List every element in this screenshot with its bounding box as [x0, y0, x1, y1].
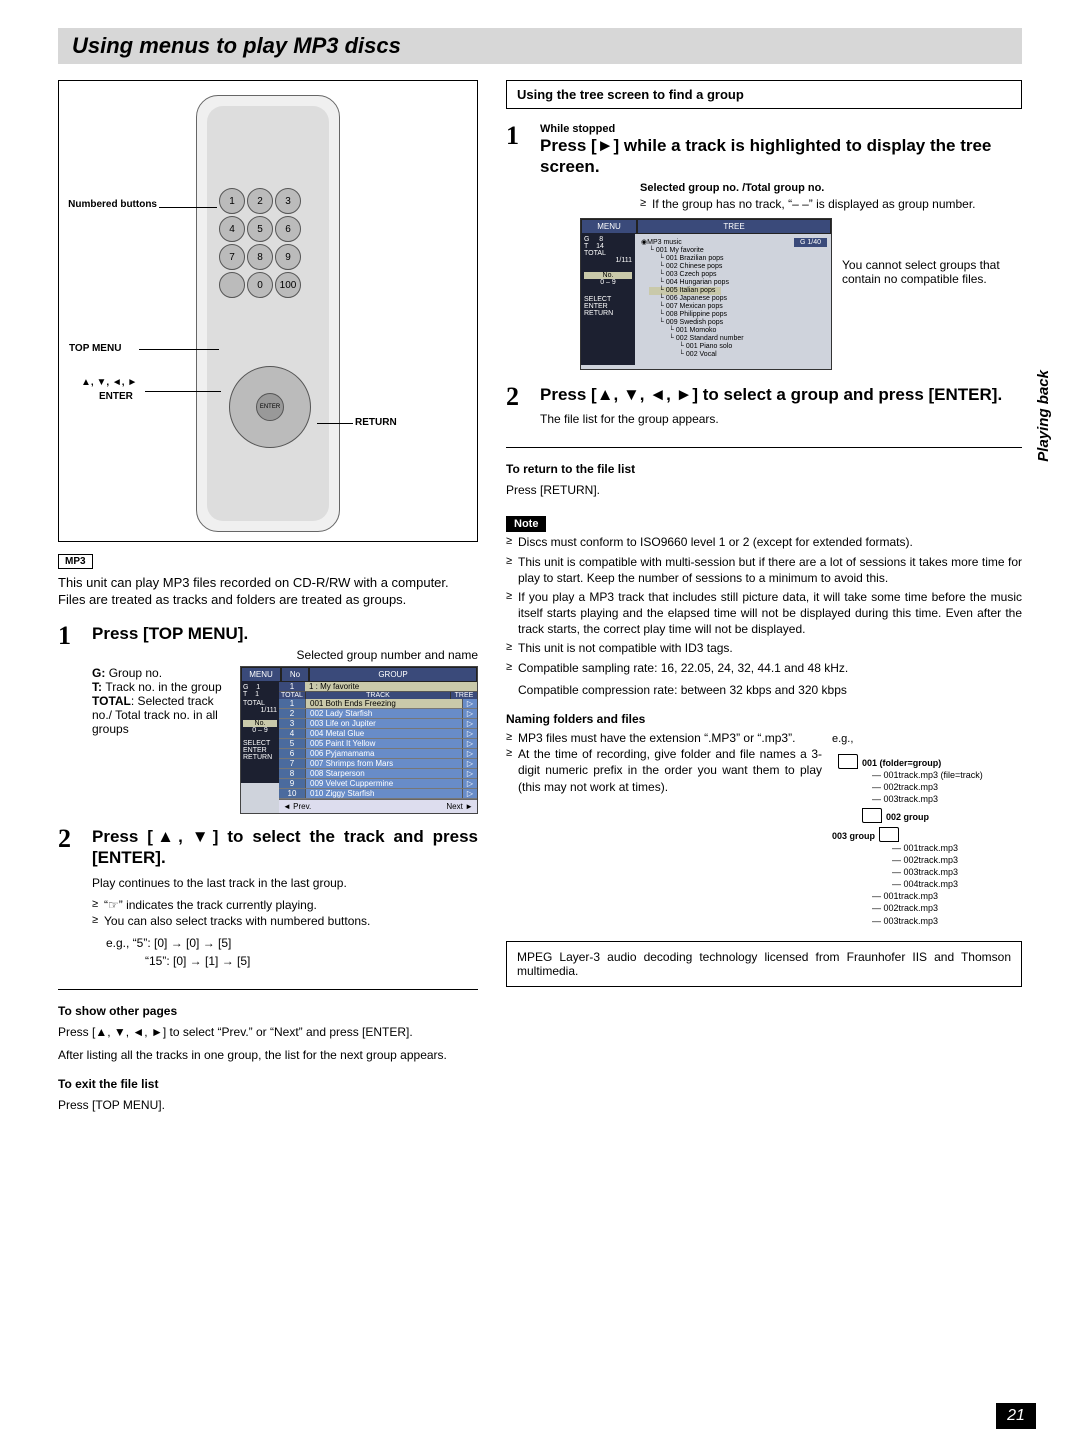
tree-section-heading: Using the tree screen to find a group — [506, 80, 1022, 109]
step2-title: Press [▲, ▼] to select the track and pre… — [92, 826, 478, 869]
step1-title: Press [TOP MENU]. — [92, 623, 478, 644]
label-return: RETURN — [355, 417, 397, 428]
note-badge: Note — [506, 516, 546, 532]
right-step1-title: Press [►] while a track is highlighted t… — [540, 135, 1022, 178]
right-step2-title: Press [▲, ▼, ◄, ►] to select a group and… — [540, 384, 1022, 405]
enter-button-remote: ENTER — [256, 393, 284, 421]
step-number-2: 2 — [58, 826, 92, 852]
section-tab: Playing back — [1035, 370, 1052, 462]
page-number: 21 — [996, 1403, 1036, 1429]
right-step2-num: 2 — [506, 384, 540, 410]
other-pages-l2: After listing all the tracks in one grou… — [58, 1047, 478, 1063]
right-step2-line: The file list for the group appears. — [540, 411, 1022, 427]
tree-sidenote: You cannot select groups that contain no… — [842, 218, 1022, 370]
next-page: Next ► — [446, 802, 473, 811]
page-title-bar: Using menus to play MP3 discs — [58, 28, 1022, 64]
track-list-screen: MENUNoGROUP G 1 T 1 TOTAL 1/111 No. 0 – … — [240, 666, 478, 814]
naming-heading: Naming folders and files — [506, 712, 1022, 726]
tree-caption: Selected group no. /Total group no. — [640, 182, 1022, 194]
page-title: Using menus to play MP3 discs — [72, 33, 401, 59]
label-topmenu: TOP MENU — [69, 343, 121, 354]
other-pages-l1: Press [▲, ▼, ◄, ►] to select “Prev.” or … — [58, 1024, 478, 1040]
mp3-badge: MP3 — [58, 554, 93, 569]
label-enter: ENTER — [99, 391, 133, 402]
step-number-1: 1 — [58, 623, 92, 649]
return-file-heading: To return to the file list — [506, 462, 1022, 476]
label-arrows: ▲, ▼, ◄, ► — [81, 377, 137, 388]
step2-bullets: “☞” indicates the track currently playin… — [92, 897, 478, 929]
naming-b1: MP3 files must have the extension “.MP3”… — [506, 730, 822, 746]
folder-tree-figure: e.g., 001 (folder=group) — 001track.mp3 … — [832, 732, 1022, 927]
while-stopped-hint: While stopped — [540, 123, 1022, 135]
intro-paragraph: This unit can play MP3 files recorded on… — [58, 575, 478, 609]
compat-compression: Compatible compression rate: between 32 … — [506, 682, 1022, 698]
return-file-line: Press [RETURN]. — [506, 482, 1022, 498]
step1-caption: Selected group number and name — [92, 648, 478, 662]
label-numbered: Numbered buttons — [67, 199, 157, 210]
group-counter-badge: G 1/40 — [794, 238, 827, 247]
prev-page: ◄ Prev. — [283, 802, 311, 811]
other-pages-heading: To show other pages — [58, 1004, 478, 1018]
remote-figure: 123 456 789 0100 ENTER Numbered buttons … — [58, 80, 478, 542]
screen-legend: G: Group no. T: Track no. in the group T… — [92, 666, 232, 814]
exit-list-l: Press [TOP MENU]. — [58, 1097, 478, 1113]
notes-list: Discs must conform to ISO9660 level 1 or… — [506, 534, 1022, 656]
right-step1-num: 1 — [506, 123, 540, 149]
step2-line1: Play continues to the last track in the … — [92, 875, 478, 891]
exit-list-heading: To exit the file list — [58, 1077, 478, 1091]
dpad: ENTER — [229, 366, 311, 448]
step2-example2: “15”: [0] → [1] → [5] — [92, 953, 478, 969]
license-box: MPEG Layer-3 audio decoding technology l… — [506, 941, 1022, 987]
tree-screen: MENUTREE G 8 T 14 TOTAL 1/111 No. 0 – 9 … — [580, 218, 832, 370]
step2-example1: e.g., “5”: [0] → [0] → [5] — [92, 935, 478, 951]
compat-sampling: Compatible sampling rate: 16, 22.05, 24,… — [506, 660, 1022, 676]
numbered-buttons: 123 456 789 0100 — [219, 188, 301, 298]
tree-no-track-note: If the group has no track, “– –” is disp… — [640, 196, 1022, 212]
naming-b2: At the time of recording, give folder an… — [506, 746, 822, 795]
